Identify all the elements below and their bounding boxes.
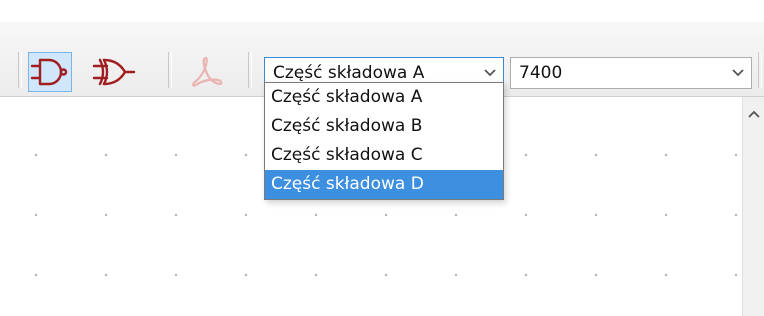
pdf-icon bbox=[192, 56, 223, 87]
part-select-value: 7400 bbox=[519, 63, 563, 83]
part-select[interactable]: 7400 bbox=[510, 57, 752, 89]
toolbar-separator bbox=[758, 52, 762, 88]
toolbar-separator bbox=[248, 52, 252, 88]
unit-select-dropdown: Część składowa A Część składowa B Część … bbox=[264, 82, 504, 200]
unit-option-d[interactable]: Część składowa D bbox=[265, 170, 503, 199]
vertical-scrollbar[interactable] bbox=[742, 97, 764, 316]
unit-select-value: Część składowa A bbox=[273, 63, 425, 83]
or-gate-icon bbox=[92, 58, 136, 86]
chevron-down-icon bbox=[725, 69, 751, 77]
unit-option-b[interactable]: Część składowa B bbox=[265, 112, 503, 141]
toolbar-separator bbox=[18, 52, 22, 88]
chevron-down-icon bbox=[477, 69, 503, 77]
unit-option-c[interactable]: Część składowa C bbox=[265, 141, 503, 170]
or-gate-tool-button[interactable] bbox=[92, 52, 136, 92]
pdf-tool-button[interactable] bbox=[184, 52, 228, 92]
and-gate-tool-button[interactable] bbox=[28, 52, 72, 92]
unit-option-a[interactable]: Część składowa A bbox=[265, 83, 503, 112]
title-strip bbox=[0, 0, 764, 22]
toolbar-separator bbox=[168, 52, 172, 88]
and-gate-icon bbox=[30, 58, 68, 86]
scroll-up-icon[interactable] bbox=[746, 107, 762, 121]
